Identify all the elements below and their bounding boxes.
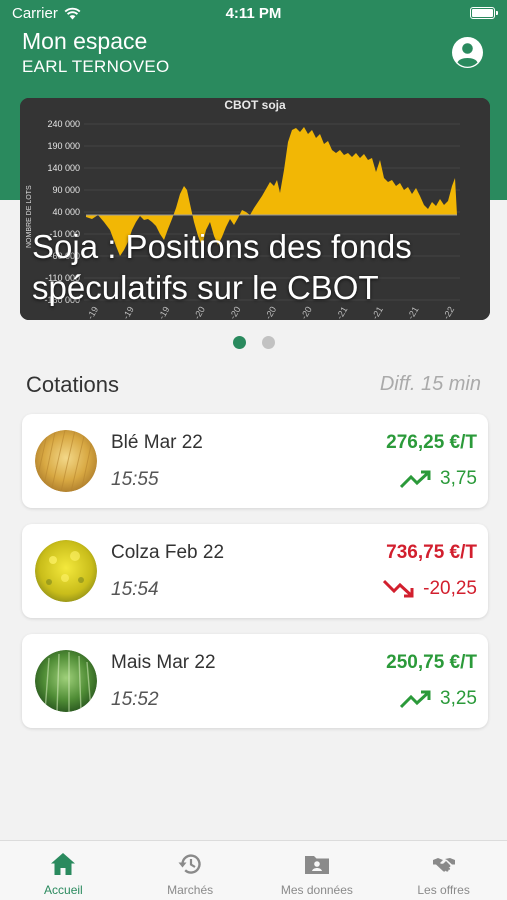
quote-name: Mais Mar 22 [111,652,216,673]
quote-change: 3,75 [400,468,477,490]
wheat-image [35,430,97,492]
quote-card-colza[interactable]: Colza Feb 22 15:54 736,75 €/T -20,25 [22,524,488,618]
tab-label: Accueil [44,883,83,897]
news-title: Soja : Positions des fonds spéculatifs s… [32,228,412,306]
quote-time: 15:55 [111,469,159,490]
quote-price: 276,25 €/T [386,432,477,453]
home-icon [51,853,76,875]
y-tick-label: 90 000 [52,185,80,195]
quote-card-ble[interactable]: Blé Mar 22 15:55 276,25 €/T 3,75 [22,414,488,508]
quote-change-value: 3,25 [440,688,477,709]
history-icon [178,854,201,874]
y-tick-label: 240 000 [47,119,80,129]
news-carousel-card[interactable]: CBOT soja 240 000 190 000 140 000 90 000 40 … [20,98,490,320]
tab-les-offres[interactable]: Les offres [380,841,507,900]
quote-price: 250,75 €/T [386,652,477,673]
quote-time: 15:52 [111,689,159,710]
rapeseed-image [35,540,97,602]
quote-change-value: 3,75 [440,468,477,489]
account-icon[interactable] [451,36,484,69]
y-tick-label: 140 000 [47,163,80,173]
farm-name: EARL TERNOVEO [22,57,170,76]
quote-time: 15:54 [111,579,159,600]
quote-name: Colza Feb 22 [111,542,225,563]
quote-name: Blé Mar 22 [111,432,203,453]
corn-image [35,650,97,712]
carousel-page-indicator[interactable] [0,336,507,349]
tab-bar: Accueil Marchés Mes données Les offres [0,840,507,900]
tab-marches[interactable]: Marchés [127,841,254,900]
quotes-delay-note: Diff. 15 min [379,373,481,395]
tab-accueil[interactable]: Accueil [0,841,127,900]
quote-change: -20,25 [383,578,477,600]
carousel-dot-1[interactable] [232,336,246,349]
handshake-icon [432,858,455,872]
tab-label: Les offres [417,883,470,897]
quote-price: 736,75 €/T [386,542,477,563]
trending-down-icon [383,579,414,598]
quotes-section-title: Cotations [26,372,119,397]
trending-up-icon [400,470,431,489]
trending-up-icon [400,690,431,709]
folder-user-icon [304,856,329,874]
carousel-dot-2[interactable] [261,336,275,349]
quote-card-mais[interactable]: Mais Mar 22 15:52 250,75 €/T 3,25 [22,634,488,728]
page-title: Mon espace [22,28,148,54]
battery-icon [470,7,498,19]
quote-change-value: -20,25 [423,578,477,599]
quote-change: 3,25 [400,688,477,710]
tab-mes-donnees[interactable]: Mes données [254,841,381,900]
status-bar: Carrier 4:11 PM [0,0,507,26]
tab-label: Mes données [280,883,353,897]
chart-title: CBOT soja [224,98,286,112]
y-tick-label: 190 000 [47,141,80,151]
status-time: 4:11 PM [225,5,282,22]
y-tick-label: 40 000 [52,207,80,217]
tab-label: Marchés [167,883,214,897]
